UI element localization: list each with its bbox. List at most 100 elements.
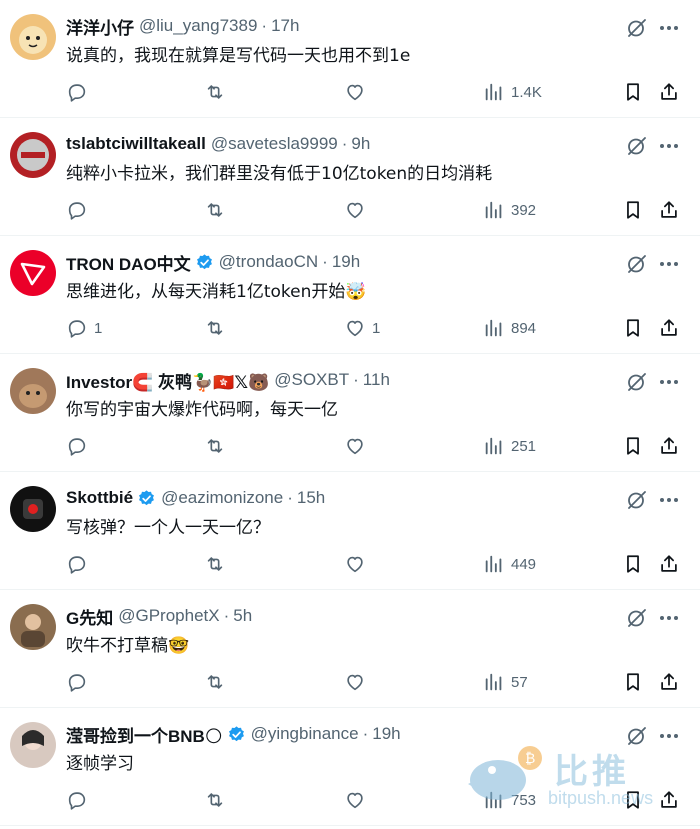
share-icon [658, 435, 680, 457]
retweet-button[interactable] [204, 314, 226, 342]
timestamp[interactable]: 11h [363, 370, 390, 390]
reply-button[interactable] [66, 550, 94, 578]
views-icon [483, 435, 505, 457]
reply-item[interactable]: Investor🧲 灰鸭🦆🇭🇰𝕏🐻 @SOXBT · 11h 你写的宇宙大爆炸代码啊，每… [0, 354, 700, 472]
share-button[interactable] [658, 668, 680, 696]
more-icon[interactable] [657, 370, 681, 394]
like-icon [344, 317, 366, 339]
more-icon[interactable] [657, 606, 681, 630]
reply-button[interactable] [66, 78, 94, 106]
user-handle[interactable]: @savetesla9999 [211, 134, 338, 154]
more-icon[interactable] [657, 252, 681, 276]
like-button[interactable] [344, 432, 372, 460]
views-button[interactable]: 449 [483, 550, 536, 578]
share-button[interactable] [658, 314, 680, 342]
reply-header: TRON DAO中文 @trondaoCN · 19h [66, 250, 360, 274]
grok-icon[interactable] [625, 134, 649, 158]
timestamp[interactable]: 15h [297, 488, 325, 508]
grok-icon[interactable] [625, 16, 649, 40]
timestamp[interactable]: 19h [332, 252, 360, 272]
user-handle[interactable]: @liu_yang7389 [139, 16, 257, 36]
like-button[interactable] [344, 196, 372, 224]
reply-button[interactable]: 1 [66, 314, 102, 342]
reply-button[interactable] [66, 668, 94, 696]
user-handle[interactable]: @GProphetX [118, 606, 219, 626]
avatar[interactable] [10, 604, 56, 650]
display-name[interactable]: TRON DAO中文 [66, 250, 191, 275]
more-icon[interactable] [657, 134, 681, 158]
action-bar: 1.4K [0, 78, 700, 106]
share-button[interactable] [658, 550, 680, 578]
display-name[interactable]: 洋洋小仔 [66, 14, 134, 39]
views-button[interactable]: 251 [483, 432, 536, 460]
avatar[interactable] [10, 722, 56, 768]
timestamp[interactable]: 5h [233, 606, 252, 626]
display-name[interactable]: G先知 [66, 604, 113, 629]
like-button[interactable] [344, 78, 372, 106]
reply-item[interactable]: 洋洋小仔 @liu_yang7389 · 17h 说真的，我现在就算是写代码一天也用不到… [0, 0, 700, 118]
bookmark-button[interactable] [622, 78, 644, 106]
user-handle[interactable]: @yingbinance [251, 724, 359, 744]
reply-item[interactable]: tslabtciwilltakeall @savetesla9999 · 9h 纯粹小卡… [0, 118, 700, 236]
reply-button[interactable] [66, 786, 94, 814]
like-button[interactable]: 1 [344, 314, 380, 342]
view-count: 251 [511, 437, 537, 455]
view-count: 894 [511, 319, 537, 337]
grok-icon[interactable] [625, 606, 649, 630]
retweet-button[interactable] [204, 78, 226, 106]
reply-text: 写核弹？一个人一天一亿？ [66, 518, 270, 538]
retweet-button[interactable] [204, 786, 226, 814]
like-button[interactable] [344, 550, 372, 578]
user-handle[interactable]: @eazimonizone [161, 488, 283, 508]
display-name[interactable]: 滢哥捡到一个BNB🌕 [66, 722, 223, 747]
grok-icon[interactable] [625, 488, 649, 512]
views-button[interactable]: 894 [483, 314, 536, 342]
separator-dot: · [362, 724, 369, 743]
avatar[interactable] [10, 250, 56, 296]
avatar[interactable] [10, 14, 56, 60]
like-button[interactable] [344, 668, 372, 696]
action-bar: 1 1 894 [0, 314, 700, 342]
retweet-button[interactable] [204, 550, 226, 578]
retweet-icon [204, 199, 226, 221]
views-button[interactable]: 392 [483, 196, 536, 224]
bookmark-button[interactable] [622, 432, 644, 460]
avatar[interactable] [10, 132, 56, 178]
avatar[interactable] [10, 486, 56, 532]
share-button[interactable] [658, 432, 680, 460]
like-button[interactable] [344, 786, 372, 814]
grok-icon[interactable] [625, 370, 649, 394]
display-name[interactable]: Skottbié [66, 488, 133, 508]
retweet-button[interactable] [204, 668, 226, 696]
timestamp[interactable]: 17h [271, 16, 299, 36]
reply-item[interactable]: TRON DAO中文 @trondaoCN · 19h 思维进化，从每天消耗1亿toke… [0, 236, 700, 354]
more-icon[interactable] [657, 488, 681, 512]
views-button[interactable]: 57 [483, 668, 528, 696]
bookmark-button[interactable] [622, 196, 644, 224]
reply-item[interactable]: Skottbié @eazimonizone · 15h 写核弹？一个人一天一亿？ 449 [0, 472, 700, 590]
more-icon[interactable] [657, 16, 681, 40]
reply-button[interactable] [66, 432, 94, 460]
reply-header: Investor🧲 灰鸭🦆🇭🇰𝕏🐻 @SOXBT · 11h [66, 368, 390, 392]
retweet-button[interactable] [204, 432, 226, 460]
avatar[interactable] [10, 368, 56, 414]
user-handle[interactable]: @SOXBT [274, 370, 349, 390]
grok-icon[interactable] [625, 252, 649, 276]
verified-badge-icon [227, 725, 246, 744]
retweet-button[interactable] [204, 196, 226, 224]
user-handle[interactable]: @trondaoCN [219, 252, 318, 272]
display-name[interactable]: tslabtciwilltakeall [66, 134, 206, 154]
timestamp[interactable]: 9h [351, 134, 370, 154]
views-button[interactable]: 1.4K [483, 78, 542, 106]
bookmark-button[interactable] [622, 314, 644, 342]
reply-item[interactable]: G先知 @GProphetX · 5h 吹牛不打草稿🤓 57 [0, 590, 700, 708]
share-button[interactable] [658, 196, 680, 224]
bookmark-button[interactable] [622, 550, 644, 578]
view-count: 1.4K [511, 83, 542, 101]
bookmark-button[interactable] [622, 668, 644, 696]
reply-button[interactable] [66, 196, 94, 224]
display-name[interactable]: Investor🧲 灰鸭🦆🇭🇰𝕏🐻 [66, 368, 269, 393]
share-button[interactable] [658, 78, 680, 106]
views-icon [483, 553, 505, 575]
timestamp[interactable]: 19h [372, 724, 400, 744]
